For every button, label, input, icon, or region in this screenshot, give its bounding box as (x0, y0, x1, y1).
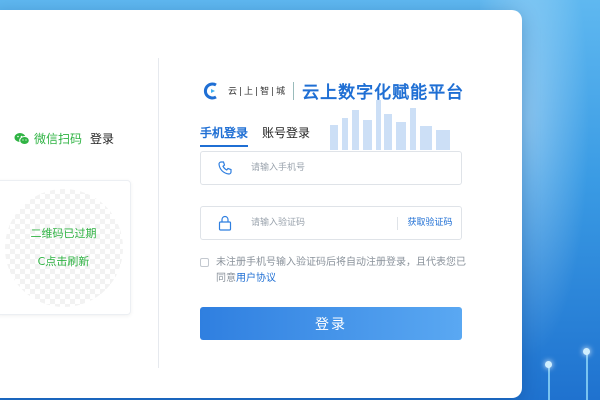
get-code-button[interactable]: 获取验证码 (401, 207, 459, 239)
user-agreement-link[interactable]: 用户协议 (236, 273, 276, 284)
background-light-dot (583, 348, 590, 355)
qr-title: 微信扫码 登录 (14, 130, 114, 147)
phone-icon (217, 160, 233, 176)
code-input[interactable] (251, 207, 391, 239)
phone-input[interactable] (251, 152, 391, 184)
login-card: 微信扫码 登录 二维码已过期 C点击刷新 云|上|智|城 云上数字化赋能平台 手… (0, 10, 522, 398)
qr-refresh-link[interactable]: C点击刷新 (0, 253, 130, 269)
brand-logo: 云|上|智|城 云上数字化赋能平台 (202, 78, 464, 103)
code-field-separator (397, 217, 398, 230)
tab-phone-login[interactable]: 手机登录 (200, 124, 249, 147)
code-field: 获取验证码 (200, 206, 462, 240)
wechat-icon (14, 132, 30, 146)
login-button[interactable]: 登录 (200, 307, 462, 340)
background-light-line (586, 352, 588, 400)
qr-expired-overlay (0, 181, 130, 314)
agreement: 未注册手机号输入验证码后将自动注册登录，且代表您已同意用户协议 (200, 255, 470, 287)
logo-icon (202, 81, 222, 101)
tab-account-login[interactable]: 账号登录 (262, 124, 310, 147)
qr-title-wechat: 微信扫码 (34, 132, 83, 146)
brand-separator (293, 81, 295, 100)
panel-divider (158, 58, 159, 368)
qr-expired-text: 二维码已过期 (30, 227, 97, 240)
qr-title-login: 登录 (90, 132, 115, 146)
background-light-line (548, 365, 550, 400)
platform-name: 云上数字化赋能平台 (302, 83, 465, 103)
qr-code-box[interactable]: 二维码已过期 C点击刷新 (0, 180, 131, 315)
lock-icon (217, 215, 233, 231)
phone-field (200, 151, 462, 185)
background-light-dot (545, 361, 552, 368)
login-tabs: 手机登录 账号登录 (200, 124, 310, 147)
brand-small-text: 云|上|智|城 (228, 87, 288, 97)
agreement-checkbox[interactable] (200, 258, 209, 267)
